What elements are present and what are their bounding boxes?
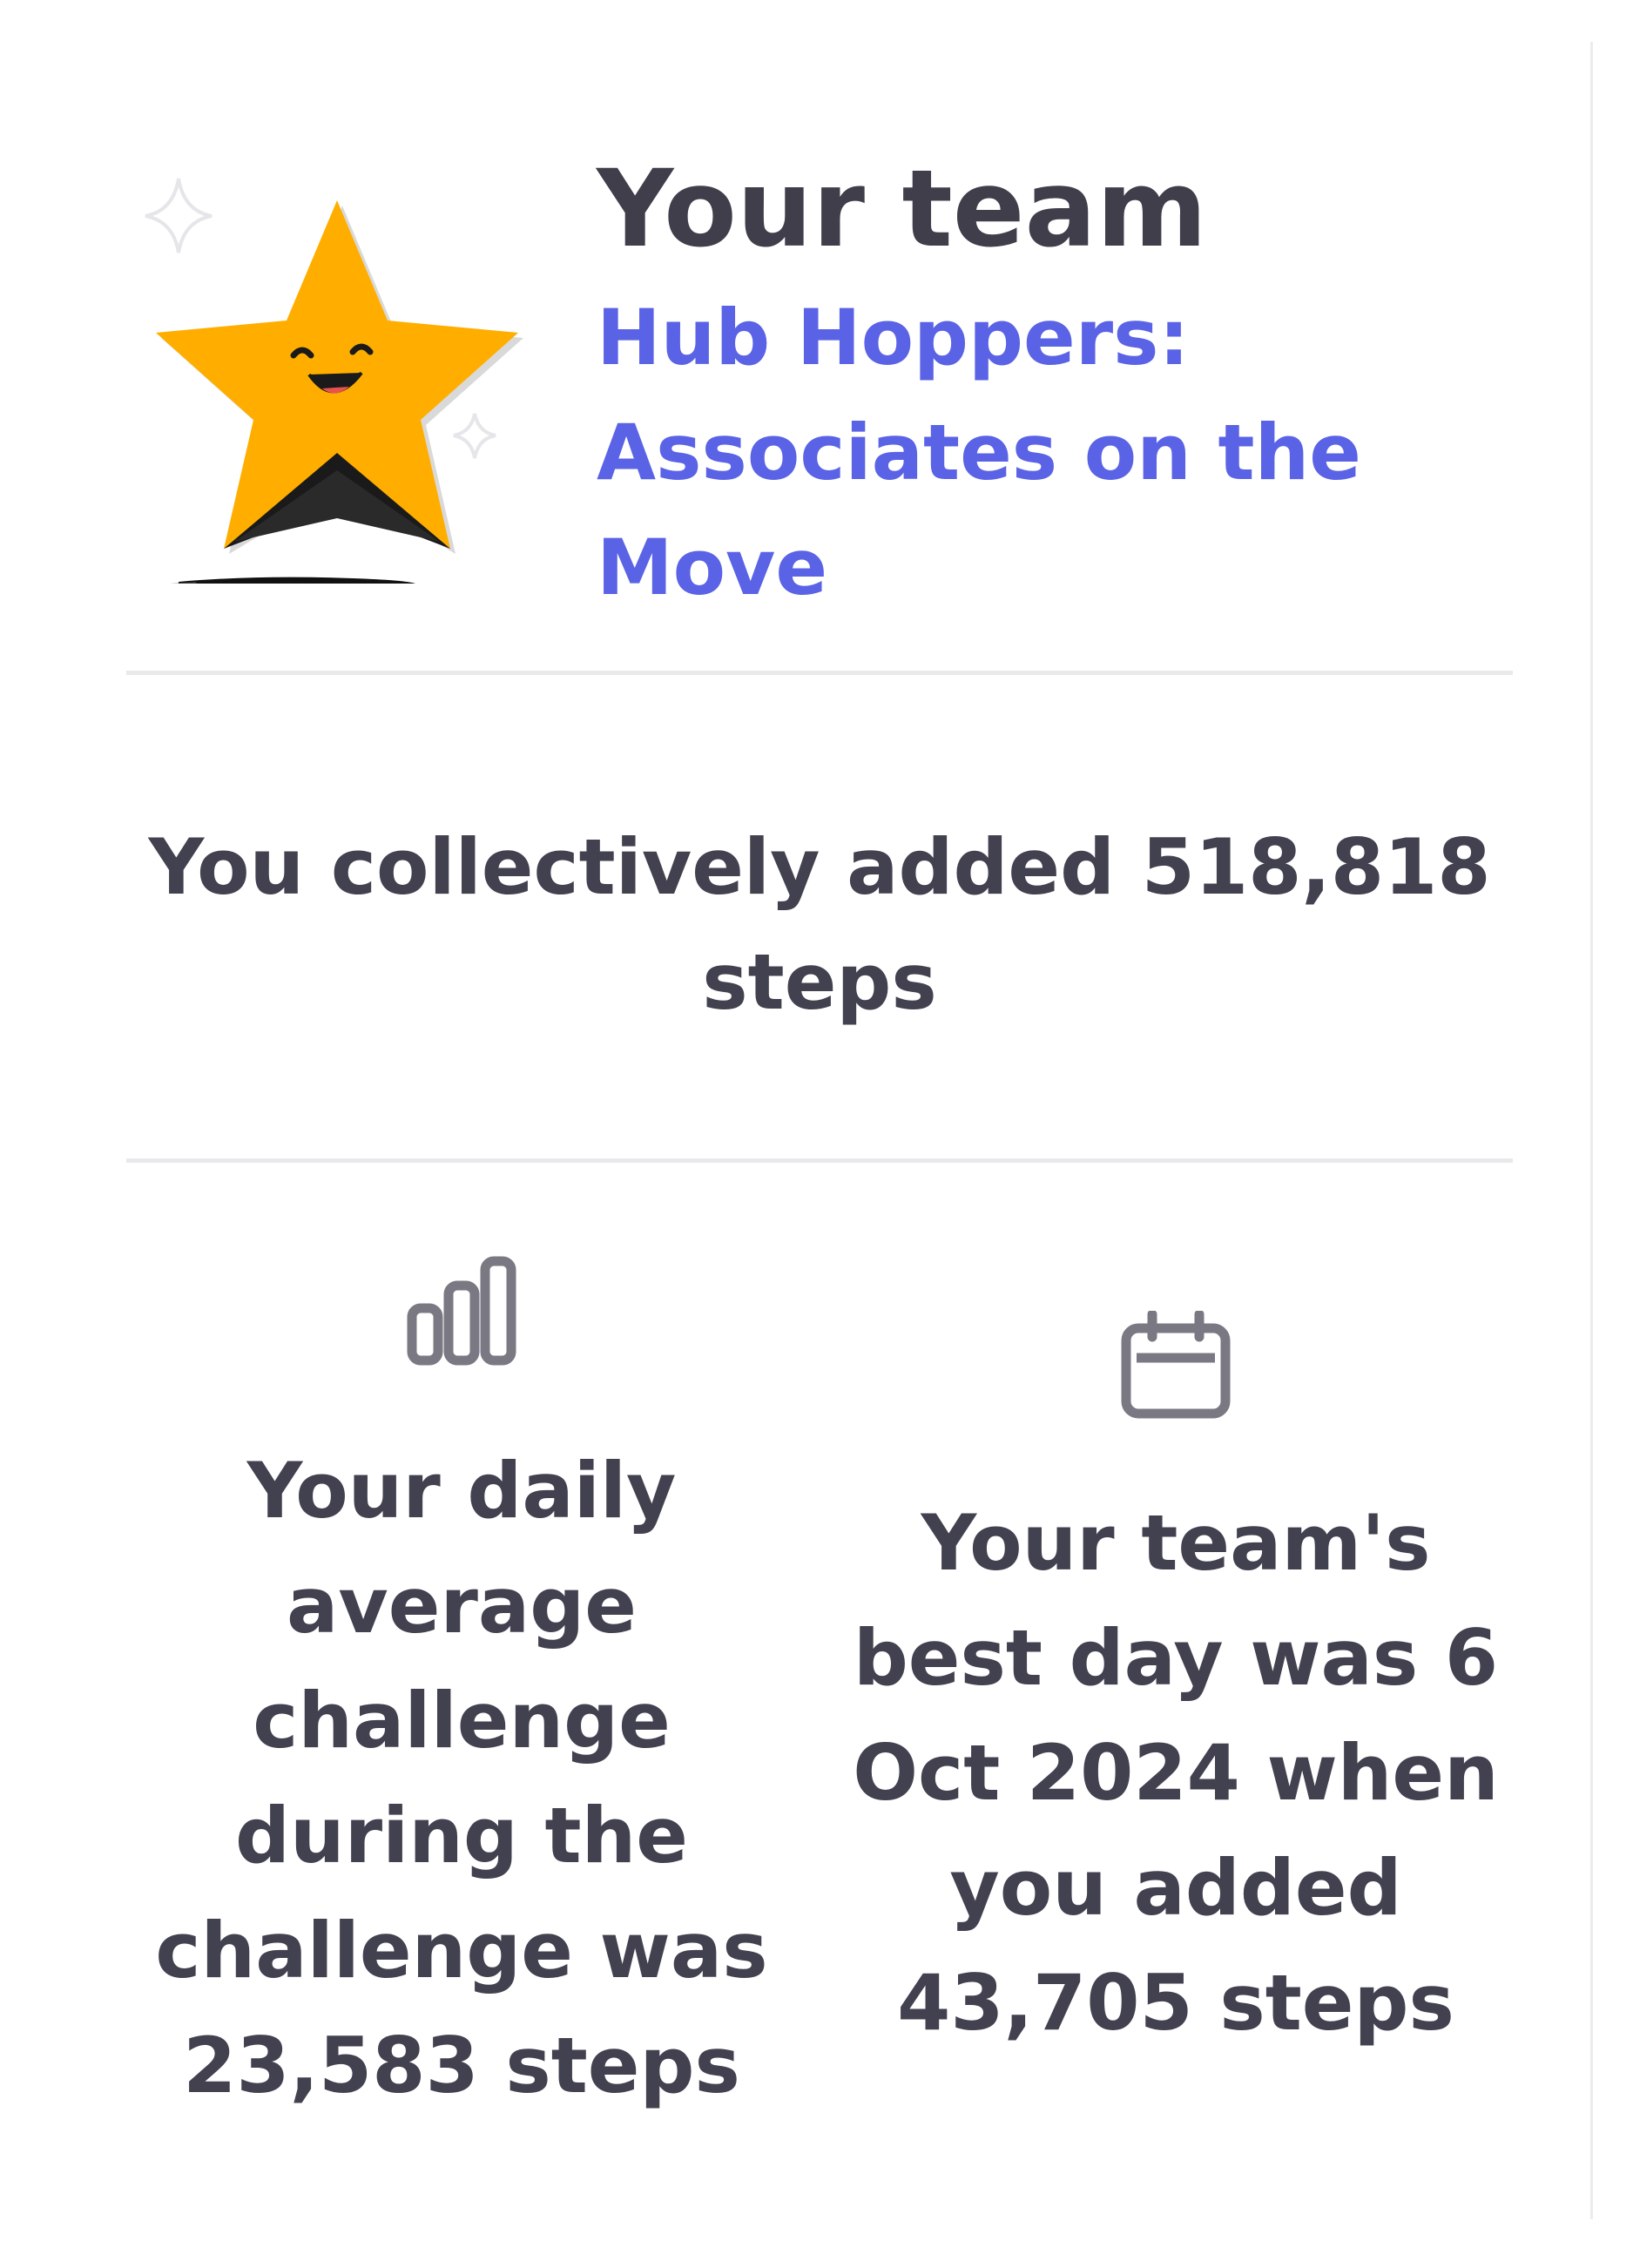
smiling-star-icon (144, 165, 527, 588)
sparkle-icon (453, 413, 496, 459)
team-summary-card: Your team Hub Hoppers: Associates on the… (0, 0, 1590, 2268)
team-info: Your team Hub Hoppers: Associates on the… (597, 148, 1511, 625)
best-day-text: Your team's best day was 6 Oct 2024 when… (853, 1498, 1499, 2048)
sparkle-icon (145, 178, 213, 253)
best-day-stat: Your team's best day was 6 Oct 2024 when… (836, 1309, 1515, 2061)
team-name-link[interactable]: Hub Hoppers: Associates on the Move (597, 280, 1511, 625)
team-header: Your team Hub Hoppers: Associates on the… (126, 139, 1511, 627)
calendar-icon (836, 1309, 1515, 1451)
divider (126, 671, 1513, 675)
daily-average-text: Your daily average challenge during the … (155, 1446, 768, 2110)
collective-steps-summary: You collectively added 518,818 steps (148, 822, 1491, 1027)
divider (126, 1158, 1513, 1163)
scroll-edge (1590, 42, 1593, 2219)
bar-chart-icon (126, 1254, 797, 1399)
daily-average-stat: Your daily average challenge during the … (126, 1254, 797, 2123)
team-heading: Your team (597, 147, 1207, 271)
